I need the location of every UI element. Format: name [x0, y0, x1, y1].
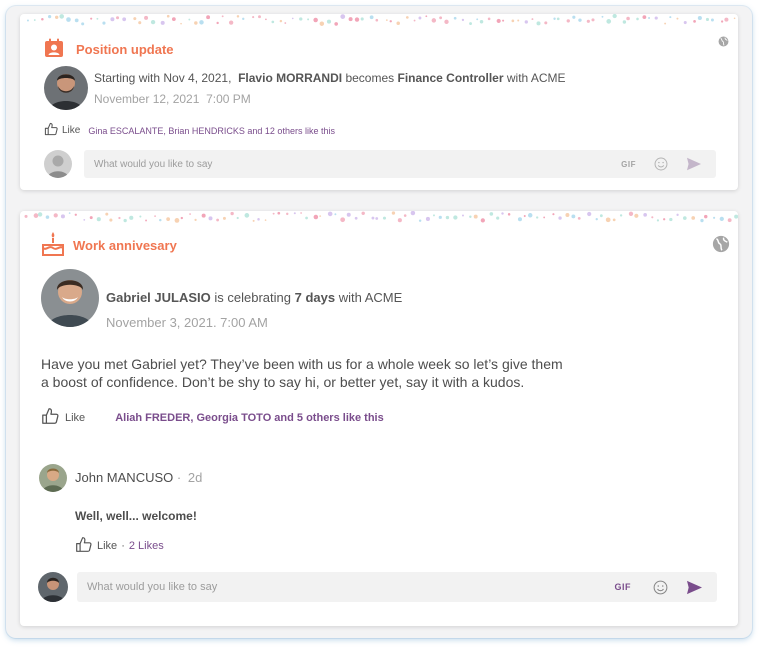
- comment-like-label: Like: [97, 540, 118, 552]
- emoji-icon[interactable]: [653, 580, 668, 595]
- card-title-text: Work annivesary: [73, 238, 177, 253]
- like-row: Like Aliah FREDER, Georgia TOTO and 5 ot…: [41, 407, 384, 428]
- cake-icon: [41, 231, 65, 260]
- comment-text: Well, well... welcome!: [75, 509, 197, 523]
- position-update-text: Starting with Nov 4, 2021, Flavio MORRAN…: [94, 71, 566, 85]
- comment-header: John MANCUSO · 2d: [75, 470, 203, 485]
- work-anniversary-card: Work annivesary Gabriel JULASIO is celeb…: [20, 211, 738, 626]
- like-button[interactable]: Like: [44, 122, 80, 139]
- comment-like-button[interactable]: Like: [75, 536, 117, 556]
- gif-button[interactable]: GIF: [615, 582, 632, 592]
- like-row: Like Gina ESCALANTE, Brian HENDRICKS and…: [44, 122, 335, 139]
- card-title-text: Position update: [76, 42, 174, 57]
- comment-author[interactable]: John MANCUSO: [75, 470, 173, 485]
- comment-like-row: Like · 2 Likes: [75, 536, 164, 556]
- comment-input[interactable]: [77, 580, 615, 594]
- current-user-avatar: [38, 572, 68, 602]
- person-name[interactable]: Gabriel JULASIO: [106, 290, 211, 305]
- current-user-avatar: [44, 150, 72, 178]
- feed-frame: Position update Starting with Nov 4, 202…: [6, 6, 752, 638]
- timestamp: November 3, 2021. 7:00 AM: [106, 315, 268, 330]
- thumbs-up-icon: [44, 122, 58, 139]
- like-button[interactable]: Like: [41, 407, 85, 428]
- thumbs-up-icon: [41, 407, 59, 428]
- confetti-decoration: [24, 211, 738, 223]
- role-name: Finance Controller: [397, 71, 504, 85]
- likes-summary[interactable]: Gina ESCALANTE, Brian HENDRICKS and 12 o…: [88, 126, 335, 136]
- avatar: [44, 66, 88, 110]
- globe-icon[interactable]: [718, 34, 729, 52]
- anniversary-message: Have you met Gabriel yet? They’ve been w…: [41, 356, 563, 390]
- comment-box: GIF: [84, 150, 716, 178]
- person-name[interactable]: Flavio MORRANDI: [238, 71, 342, 85]
- card-title: Work annivesary: [41, 231, 177, 260]
- gif-button[interactable]: GIF: [621, 160, 636, 169]
- duration: 7 days: [294, 290, 336, 305]
- avatar: [41, 269, 99, 327]
- likes-summary[interactable]: Aliah FREDER, Georgia TOTO and 5 others …: [115, 412, 384, 424]
- send-icon[interactable]: [686, 580, 703, 595]
- position-update-card: Position update Starting with Nov 4, 202…: [20, 14, 738, 190]
- thumbs-up-icon: [75, 536, 92, 556]
- comment-author-avatar: [39, 464, 67, 492]
- emoji-icon[interactable]: [654, 157, 668, 171]
- like-label: Like: [65, 411, 86, 424]
- comment-box: GIF: [77, 572, 717, 602]
- comment-age: 2d: [187, 470, 203, 485]
- send-icon[interactable]: [686, 157, 702, 171]
- confetti-decoration: [26, 14, 736, 26]
- globe-icon[interactable]: [712, 235, 730, 258]
- timestamp: November 12, 2021 7:00 PM: [94, 92, 251, 106]
- badge-icon: [44, 38, 64, 61]
- anniversary-text: Gabriel JULASIO is celebrating 7 days wi…: [106, 290, 403, 305]
- like-label: Like: [62, 125, 81, 136]
- comment-input[interactable]: [84, 157, 622, 171]
- comment-likes-count[interactable]: 2 Likes: [129, 540, 164, 552]
- card-title: Position update: [44, 38, 174, 61]
